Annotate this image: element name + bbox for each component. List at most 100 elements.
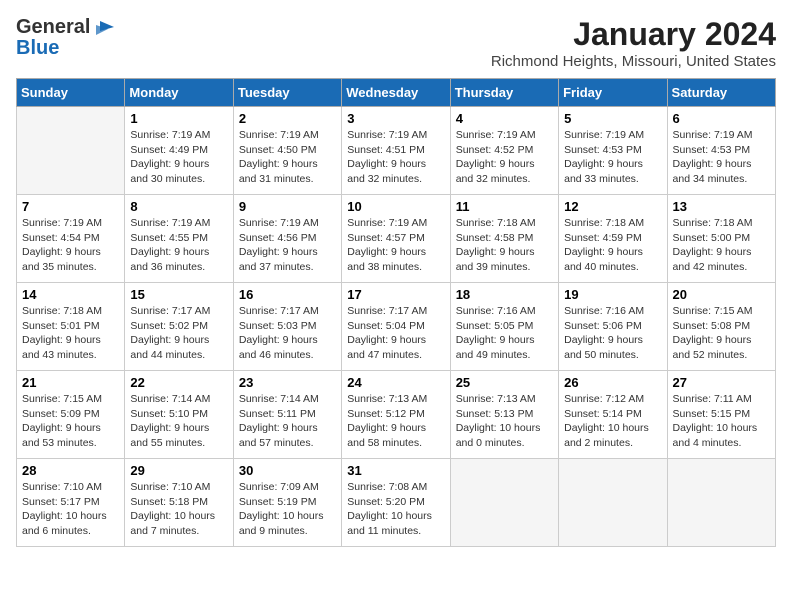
day-info: Sunrise: 7:19 AMSunset: 4:50 PMDaylight:… — [239, 128, 336, 187]
day-number: 15 — [130, 287, 227, 302]
week-row-3: 14 Sunrise: 7:18 AMSunset: 5:01 PMDayligh… — [17, 283, 776, 371]
day-number: 11 — [456, 199, 553, 214]
day-info: Sunrise: 7:19 AMSunset: 4:52 PMDaylight:… — [456, 128, 553, 187]
day-info: Sunrise: 7:14 AMSunset: 5:11 PMDaylight:… — [239, 392, 336, 451]
day-number: 31 — [347, 463, 444, 478]
calendar-cell: 10 Sunrise: 7:19 AMSunset: 4:57 PMDayligh… — [342, 195, 450, 283]
calendar-cell: 5Sunrise: 7:19 AMSunset: 4:53 PMDaylight… — [559, 107, 667, 195]
day-info: Sunrise: 7:09 AMSunset: 5:19 PMDaylight:… — [239, 480, 336, 539]
day-number: 13 — [673, 199, 770, 214]
day-info: Sunrise: 7:10 AMSunset: 5:17 PMDaylight:… — [22, 480, 119, 539]
title-area: January 2024 Richmond Heights, Missouri,… — [491, 16, 776, 70]
calendar-cell: 4 Sunrise: 7:19 AMSunset: 4:52 PMDaylight… — [450, 107, 558, 195]
day-number: 24 — [347, 375, 444, 390]
calendar-cell: 14 Sunrise: 7:18 AMSunset: 5:01 PMDayligh… — [17, 283, 125, 371]
day-info: Sunrise: 7:18 AMSunset: 4:58 PMDaylight:… — [456, 216, 553, 275]
calendar-cell: 1 Sunrise: 7:19 AMSunset: 4:49 PMDaylight… — [125, 107, 233, 195]
day-info: Sunrise: 7:17 AMSunset: 5:02 PMDaylight:… — [130, 304, 227, 363]
day-info: Sunrise: 7:17 AMSunset: 5:04 PMDaylight:… — [347, 304, 444, 363]
column-header-sunday: Sunday — [17, 79, 125, 107]
day-info: Sunrise: 7:13 AMSunset: 5:13 PMDaylight:… — [456, 392, 553, 451]
day-number: 12 — [564, 199, 661, 214]
calendar-cell: 7 Sunrise: 7:19 AMSunset: 4:54 PMDaylight… — [17, 195, 125, 283]
logo-blue-text: Blue — [16, 37, 59, 60]
calendar-cell: 15 Sunrise: 7:17 AMSunset: 5:02 PMDayligh… — [125, 283, 233, 371]
calendar-cell: 19 Sunrise: 7:16 AMSunset: 5:06 PMDayligh… — [559, 283, 667, 371]
logo-bird-icon — [92, 17, 114, 39]
calendar-cell — [17, 107, 125, 195]
day-number: 2 — [239, 111, 336, 126]
day-info: Sunrise: 7:19 AMSunset: 4:49 PMDaylight:… — [130, 128, 227, 187]
column-header-tuesday: Tuesday — [233, 79, 341, 107]
day-number: 29 — [130, 463, 227, 478]
day-info: Sunrise: 7:13 AMSunset: 5:12 PMDaylight:… — [347, 392, 444, 451]
calendar-cell: 26 Sunrise: 7:12 AMSunset: 5:14 PMDayligh… — [559, 371, 667, 459]
logo: General Blue — [16, 16, 114, 60]
day-info: Sunrise: 7:19 AMSunset: 4:55 PMDaylight:… — [130, 216, 227, 275]
column-header-thursday: Thursday — [450, 79, 558, 107]
column-header-saturday: Saturday — [667, 79, 775, 107]
column-header-friday: Friday — [559, 79, 667, 107]
day-info: Sunrise: 7:19 AMSunset: 4:56 PMDaylight:… — [239, 216, 336, 275]
day-number: 18 — [456, 287, 553, 302]
day-info: Sunrise: 7:19 AMSunset: 4:54 PMDaylight:… — [22, 216, 119, 275]
day-number: 7 — [22, 199, 119, 214]
day-info: Sunrise: 7:17 AMSunset: 5:03 PMDaylight:… — [239, 304, 336, 363]
day-number: 16 — [239, 287, 336, 302]
day-info: Sunrise: 7:12 AMSunset: 5:14 PMDaylight:… — [564, 392, 661, 451]
day-number: 17 — [347, 287, 444, 302]
calendar-cell: 11 Sunrise: 7:18 AMSunset: 4:58 PMDayligh… — [450, 195, 558, 283]
day-number: 30 — [239, 463, 336, 478]
day-number: 4 — [456, 111, 553, 126]
day-info: Sunrise: 7:19 AMSunset: 4:51 PMDaylight:… — [347, 128, 444, 187]
calendar-cell — [450, 459, 558, 547]
day-info: Sunrise: 7:19 AMSunset: 4:53 PMDaylight:… — [673, 128, 770, 187]
day-number: 20 — [673, 287, 770, 302]
logo-general-text: General — [16, 16, 90, 39]
day-number: 10 — [347, 199, 444, 214]
calendar-cell: 25 Sunrise: 7:13 AMSunset: 5:13 PMDayligh… — [450, 371, 558, 459]
day-number: 8 — [130, 199, 227, 214]
calendar-header-row: SundayMondayTuesdayWednesdayThursdayFrid… — [17, 79, 776, 107]
day-info: Sunrise: 7:16 AMSunset: 5:05 PMDaylight:… — [456, 304, 553, 363]
calendar-cell: 20 Sunrise: 7:15 AMSunset: 5:08 PMDayligh… — [667, 283, 775, 371]
day-info: Sunrise: 7:15 AMSunset: 5:08 PMDaylight:… — [673, 304, 770, 363]
day-number: 6 — [673, 111, 770, 126]
calendar-cell: 2 Sunrise: 7:19 AMSunset: 4:50 PMDaylight… — [233, 107, 341, 195]
calendar-cell: 29Sunrise: 7:10 AMSunset: 5:18 PMDayligh… — [125, 459, 233, 547]
column-header-monday: Monday — [125, 79, 233, 107]
day-number: 19 — [564, 287, 661, 302]
day-info: Sunrise: 7:19 AMSunset: 4:53 PMDaylight:… — [564, 128, 661, 187]
day-number: 1 — [130, 111, 227, 126]
day-info: Sunrise: 7:08 AMSunset: 5:20 PMDaylight:… — [347, 480, 444, 539]
day-info: Sunrise: 7:18 AMSunset: 5:01 PMDaylight:… — [22, 304, 119, 363]
day-number: 14 — [22, 287, 119, 302]
day-number: 21 — [22, 375, 119, 390]
day-number: 25 — [456, 375, 553, 390]
day-info: Sunrise: 7:18 AMSunset: 4:59 PMDaylight:… — [564, 216, 661, 275]
day-number: 26 — [564, 375, 661, 390]
day-info: Sunrise: 7:11 AMSunset: 5:15 PMDaylight:… — [673, 392, 770, 451]
calendar-cell: 23 Sunrise: 7:14 AMSunset: 5:11 PMDayligh… — [233, 371, 341, 459]
calendar-cell: 12 Sunrise: 7:18 AMSunset: 4:59 PMDayligh… — [559, 195, 667, 283]
day-info: Sunrise: 7:19 AMSunset: 4:57 PMDaylight:… — [347, 216, 444, 275]
day-info: Sunrise: 7:16 AMSunset: 5:06 PMDaylight:… — [564, 304, 661, 363]
calendar-cell: 28Sunrise: 7:10 AMSunset: 5:17 PMDayligh… — [17, 459, 125, 547]
week-row-4: 21 Sunrise: 7:15 AMSunset: 5:09 PMDayligh… — [17, 371, 776, 459]
calendar-cell: 3 Sunrise: 7:19 AMSunset: 4:51 PMDaylight… — [342, 107, 450, 195]
calendar-cell: 21 Sunrise: 7:15 AMSunset: 5:09 PMDayligh… — [17, 371, 125, 459]
day-info: Sunrise: 7:15 AMSunset: 5:09 PMDaylight:… — [22, 392, 119, 451]
week-row-2: 7 Sunrise: 7:19 AMSunset: 4:54 PMDaylight… — [17, 195, 776, 283]
calendar-cell: 18 Sunrise: 7:16 AMSunset: 5:05 PMDayligh… — [450, 283, 558, 371]
calendar-cell: 8 Sunrise: 7:19 AMSunset: 4:55 PMDaylight… — [125, 195, 233, 283]
calendar-cell: 27Sunrise: 7:11 AMSunset: 5:15 PMDayligh… — [667, 371, 775, 459]
calendar-cell — [559, 459, 667, 547]
day-number: 22 — [130, 375, 227, 390]
day-number: 3 — [347, 111, 444, 126]
day-info: Sunrise: 7:18 AMSunset: 5:00 PMDaylight:… — [673, 216, 770, 275]
page-header: General Blue January 2024 Richmond Heigh… — [16, 16, 776, 70]
calendar-table: SundayMondayTuesdayWednesdayThursdayFrid… — [16, 78, 776, 547]
day-number: 23 — [239, 375, 336, 390]
calendar-cell: 31 Sunrise: 7:08 AMSunset: 5:20 PMDayligh… — [342, 459, 450, 547]
calendar-cell: 24 Sunrise: 7:13 AMSunset: 5:12 PMDayligh… — [342, 371, 450, 459]
